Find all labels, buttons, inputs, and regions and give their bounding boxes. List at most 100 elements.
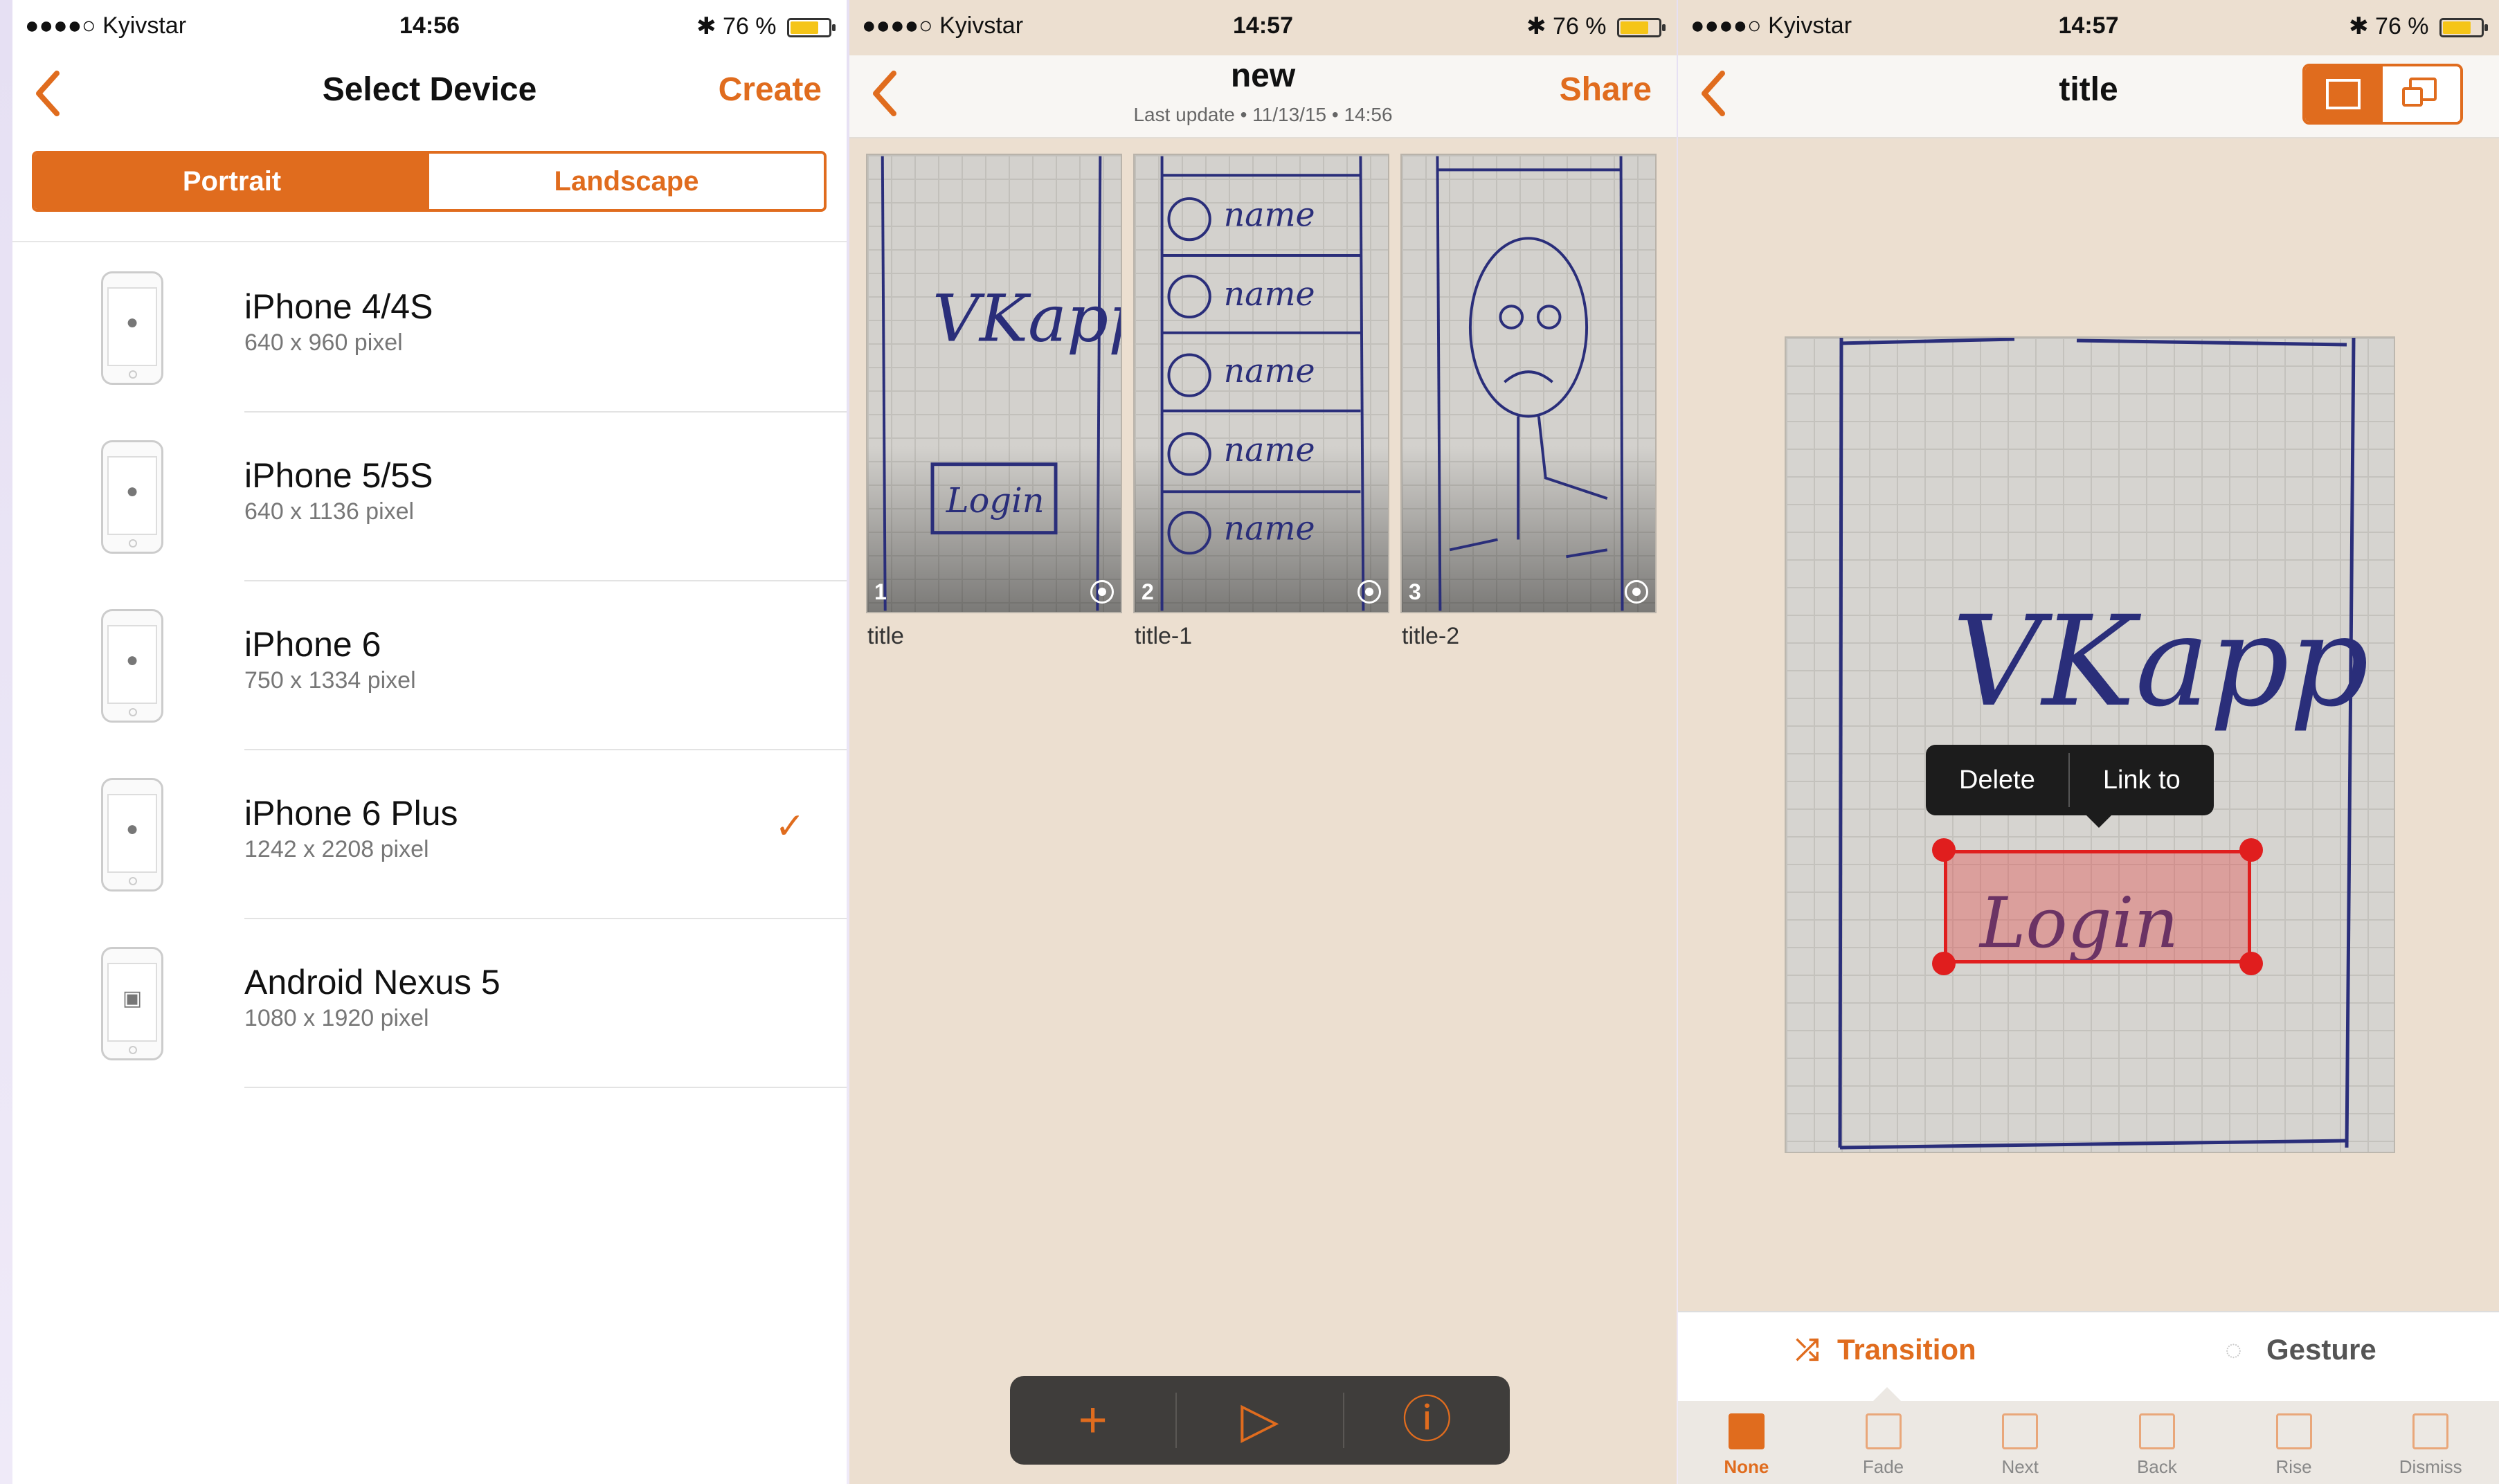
frame-mode-button[interactable] — [2305, 66, 2383, 122]
share-button[interactable]: Share — [1560, 71, 1652, 109]
battery-fill — [2443, 21, 2471, 35]
popup-arrow — [2085, 814, 2113, 828]
battery-icon — [2439, 18, 2488, 38]
link-mode-button[interactable] — [2383, 66, 2460, 122]
panel-tabs: ⤮ Transition ◌ Gesture — [1678, 1312, 2499, 1402]
battery-fill — [791, 21, 819, 35]
play-icon[interactable]: ▷ — [1177, 1376, 1342, 1465]
battery-indicator: ✱ 76 % — [696, 12, 836, 40]
bottom-toolbar: + ▷ ⓘ — [1010, 1376, 1510, 1465]
transition-back[interactable]: Back — [2088, 1401, 2226, 1484]
screen-number: 3 — [1409, 579, 1421, 604]
transition-label: Back — [2136, 1456, 2177, 1477]
resize-handle[interactable] — [1932, 952, 1956, 975]
target-icon[interactable] — [1090, 580, 1114, 604]
screen-editor: ●●●●○ Kyivstar 14:57 ✱ 76 % title VKapp … — [1678, 0, 2499, 1484]
status-bar: ●●●●○ Kyivstar 14:56 ✱ 76 % — [12, 0, 847, 55]
select-device-screen: ●●●●○ Kyivstar 14:56 ✱ 76 % Select Devic… — [12, 0, 847, 1484]
screen-thumbnail[interactable]: name name name name name 2 — [1133, 154, 1389, 613]
sketch-row-text: name — [1224, 352, 1315, 390]
sketch-image — [1436, 156, 1624, 611]
project-title: new — [1230, 57, 1296, 94]
transition-rise[interactable]: Rise — [2226, 1401, 2363, 1484]
sketch-row-text: name — [1224, 431, 1315, 469]
sketch-image: name name name name name — [1160, 156, 1365, 611]
tab-transition[interactable]: ⤮ Transition — [1796, 1333, 1976, 1367]
resize-handle[interactable] — [2239, 952, 2263, 975]
screen-label: title — [867, 623, 904, 649]
phone-icon: ● — [101, 440, 163, 554]
device-row-iphone-6[interactable]: ● iPhone 6 750 x 1334 pixel — [12, 581, 847, 750]
battery-indicator: ✱ 76 % — [2349, 12, 2488, 40]
info-icon[interactable]: ⓘ — [1344, 1376, 1510, 1465]
device-name: iPhone 4/4S — [244, 287, 433, 326]
battery-fill — [1621, 21, 1649, 35]
sketch-button-text: Login — [946, 480, 1045, 521]
sketch-row-text: name — [1224, 510, 1315, 548]
transition-panel: ⤮ Transition ◌ Gesture None Fade Next Back… — [1678, 1311, 2499, 1484]
nav-bar: title — [1678, 55, 2499, 138]
frame-icon — [2326, 79, 2361, 109]
device-row-iphone-6-plus[interactable]: ● iPhone 6 Plus 1242 x 2208 pixel ✓ — [12, 750, 847, 919]
battery-percent: ✱ 76 % — [2349, 13, 2429, 39]
fade-icon — [1865, 1413, 1902, 1449]
link-to-button[interactable]: Link to — [2070, 745, 2214, 815]
create-button[interactable]: Create — [719, 71, 822, 109]
device-resolution: 1242 x 2208 pixel — [244, 836, 429, 862]
transition-next[interactable]: Next — [1951, 1401, 2088, 1484]
transition-dismiss[interactable]: Dismiss — [2362, 1401, 2499, 1484]
phone-icon: ● — [101, 609, 163, 723]
device-row-android-nexus-5[interactable]: ▣ Android Nexus 5 1080 x 1920 pixel — [12, 919, 847, 1088]
add-icon[interactable]: + — [1010, 1376, 1175, 1465]
device-resolution: 640 x 960 pixel — [244, 329, 403, 356]
transition-label: Rise — [2275, 1456, 2312, 1477]
edit-mode-toggle — [2302, 64, 2463, 125]
phone-icon: ● — [101, 778, 163, 892]
divider — [244, 1087, 847, 1088]
apple-logo-icon: ● — [125, 649, 139, 671]
transition-label: Next — [2001, 1456, 2039, 1477]
hotspot-area[interactable] — [1944, 850, 2251, 963]
apple-logo-icon: ● — [125, 480, 139, 503]
transition-options: None Fade Next Back Rise Dismiss — [1678, 1401, 2499, 1484]
device-name: iPhone 5/5S — [244, 456, 433, 495]
apple-logo-icon: ● — [125, 311, 139, 334]
rise-icon — [2275, 1413, 2312, 1449]
nav-bar: new Last update • 11/13/15 • 14:56 Share — [849, 55, 1677, 138]
delete-button[interactable]: Delete — [1926, 745, 2068, 815]
project-screen: ●●●●○ Kyivstar 14:57 ✱ 76 % new Last upd… — [849, 0, 1677, 1484]
screen-thumbnail[interactable]: 3 — [1400, 154, 1657, 613]
sketch-row-text: name — [1224, 196, 1315, 234]
shuffle-icon: ⤮ — [1796, 1333, 1819, 1366]
device-row-iphone-4[interactable]: ● iPhone 4/4S 640 x 960 pixel — [12, 244, 847, 413]
battery-percent: ✱ 76 % — [696, 13, 777, 39]
screen-thumbnail[interactable]: VKapp Login 1 — [866, 154, 1122, 613]
apple-logo-icon: ● — [125, 817, 139, 840]
none-icon — [1728, 1413, 1765, 1449]
device-row-iphone-5[interactable]: ● iPhone 5/5S 640 x 1136 pixel — [12, 413, 847, 581]
device-resolution: 750 x 1334 pixel — [244, 667, 416, 694]
screen-label: title-1 — [1135, 623, 1193, 649]
transition-label: None — [1724, 1456, 1769, 1477]
resize-handle[interactable] — [1932, 838, 1956, 862]
next-icon — [2002, 1413, 2039, 1449]
tab-label: Gesture — [2266, 1333, 2376, 1366]
device-name: Android Nexus 5 — [244, 963, 500, 1002]
transition-none[interactable]: None — [1678, 1401, 1815, 1484]
status-bar: ●●●●○ Kyivstar 14:57 ✱ 76 % — [1678, 0, 2499, 55]
back-icon — [2138, 1413, 2175, 1449]
transition-label: Dismiss — [2399, 1456, 2462, 1477]
target-icon[interactable] — [1357, 580, 1381, 604]
last-update-label: Last update • 11/13/15 • 14:56 — [1133, 104, 1393, 125]
landscape-segment[interactable]: Landscape — [429, 154, 824, 209]
dismiss-icon — [2412, 1413, 2449, 1449]
tab-gesture[interactable]: ◌ Gesture — [2225, 1333, 2376, 1366]
battery-icon — [1617, 18, 1666, 38]
resize-handle[interactable] — [2239, 838, 2263, 862]
tab-pointer — [1872, 1387, 1902, 1402]
target-icon[interactable] — [1625, 580, 1648, 604]
transition-fade[interactable]: Fade — [1815, 1401, 1952, 1484]
portrait-segment[interactable]: Portrait — [35, 154, 429, 209]
battery-indicator: ✱ 76 % — [1526, 12, 1666, 40]
battery-icon — [787, 18, 836, 38]
